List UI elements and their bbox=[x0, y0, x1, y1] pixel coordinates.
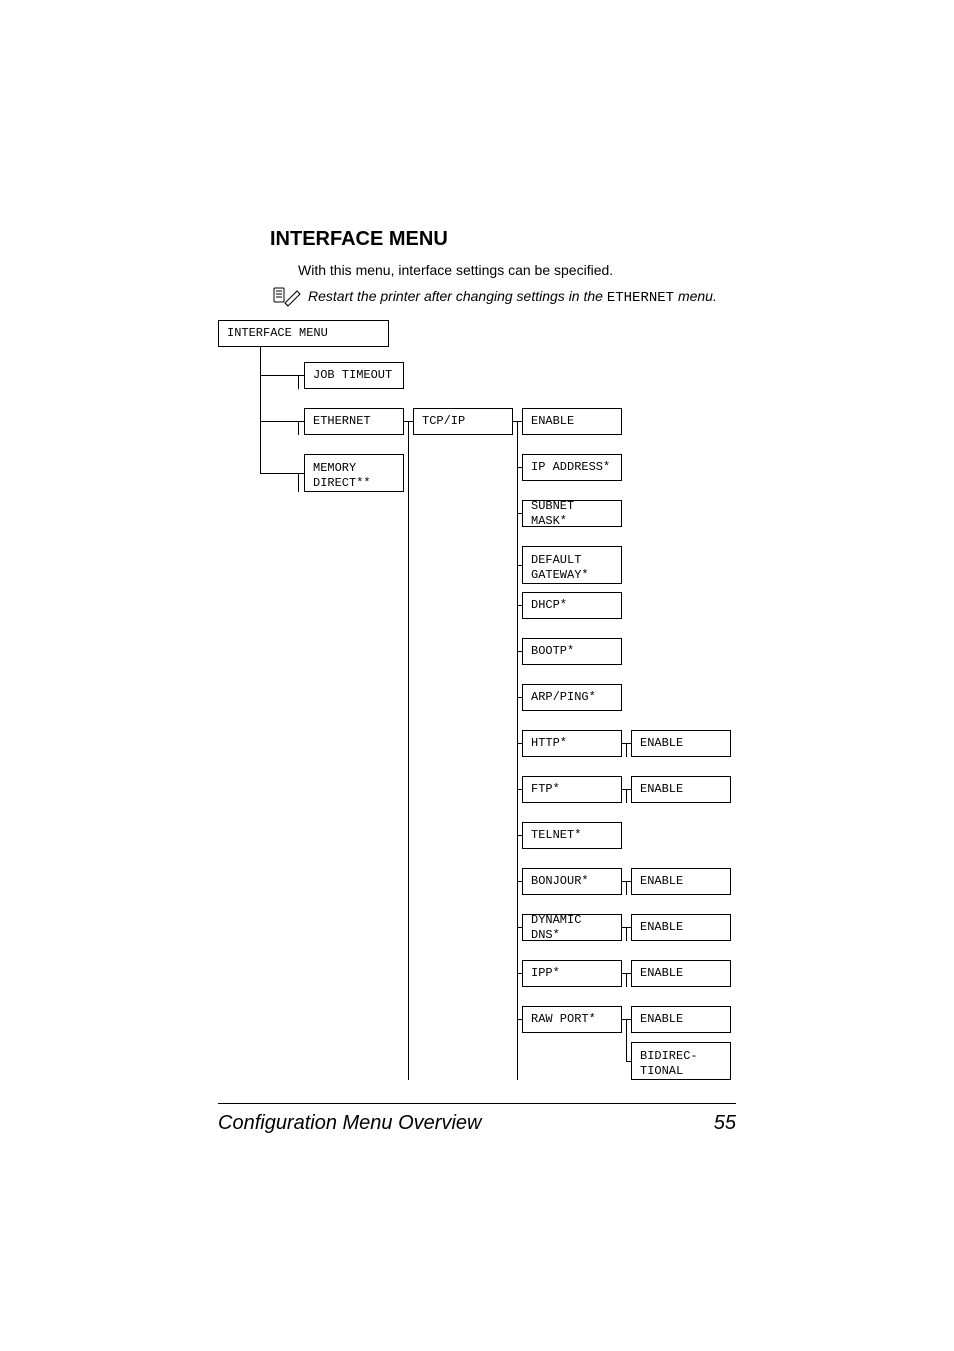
menu-dhcp: DHCP* bbox=[522, 592, 622, 619]
menu-subnet-mask: SUBNET MASK* bbox=[522, 500, 622, 527]
note-suffix: menu. bbox=[674, 288, 717, 304]
connector bbox=[298, 421, 299, 435]
menu-http: HTTP* bbox=[522, 730, 622, 757]
menu-enable-bonjour: ENABLE bbox=[631, 868, 731, 895]
note-text: Restart the printer after changing setti… bbox=[308, 288, 717, 306]
menu-memory-direct-l1: MEMORY bbox=[313, 461, 395, 476]
menu-enable-ddns: ENABLE bbox=[631, 914, 731, 941]
menu-interface-menu: INTERFACE MENU bbox=[218, 320, 389, 347]
connector bbox=[626, 881, 627, 895]
connector bbox=[626, 1061, 631, 1062]
menu-ftp: FTP* bbox=[522, 776, 622, 803]
footer-page-number: 55 bbox=[714, 1112, 736, 1135]
note-mono: ETHERNET bbox=[607, 290, 674, 306]
connector bbox=[626, 973, 627, 987]
connector bbox=[298, 375, 299, 389]
menu-bidirectional: BIDIREC- TIONAL bbox=[631, 1042, 731, 1080]
menu-enable-ipp: ENABLE bbox=[631, 960, 731, 987]
page: INTERFACE MENU With this menu, interface… bbox=[0, 0, 954, 1351]
connector bbox=[298, 421, 304, 422]
menu-enable-rawport: ENABLE bbox=[631, 1006, 731, 1033]
connector bbox=[626, 1019, 627, 1061]
footer-rule bbox=[218, 1103, 736, 1104]
menu-tcp-ip: TCP/IP bbox=[413, 408, 513, 435]
menu-job-timeout: JOB TIMEOUT bbox=[304, 362, 404, 389]
note-row: Restart the printer after changing setti… bbox=[272, 285, 717, 309]
menu-default-gateway-l2: GATEWAY* bbox=[531, 568, 613, 583]
connector bbox=[517, 927, 522, 928]
connector bbox=[517, 1019, 522, 1020]
connector bbox=[626, 743, 627, 757]
connector bbox=[517, 697, 522, 698]
menu-bootp: BOOTP* bbox=[522, 638, 622, 665]
menu-telnet: TELNET* bbox=[522, 822, 622, 849]
connector bbox=[408, 421, 409, 1080]
connector bbox=[517, 513, 522, 514]
menu-ethernet: ETHERNET bbox=[304, 408, 404, 435]
menu-default-gateway: DEFAULT GATEWAY* bbox=[522, 546, 622, 584]
menu-bidirectional-l1: BIDIREC- bbox=[640, 1049, 722, 1064]
note-prefix: Restart the printer after changing setti… bbox=[308, 288, 607, 304]
connector bbox=[517, 881, 522, 882]
connector bbox=[517, 973, 522, 974]
menu-ip-address: IP ADDRESS* bbox=[522, 454, 622, 481]
connector bbox=[517, 789, 522, 790]
menu-default-gateway-l1: DEFAULT bbox=[531, 553, 613, 568]
menu-bidirectional-l2: TIONAL bbox=[640, 1064, 722, 1079]
connector bbox=[517, 835, 522, 836]
note-icon bbox=[272, 285, 302, 309]
menu-arp-ping: ARP/PING* bbox=[522, 684, 622, 711]
intro-text: With this menu, interface settings can b… bbox=[298, 262, 613, 278]
connector bbox=[517, 421, 518, 1080]
menu-enable-ftp: ENABLE bbox=[631, 776, 731, 803]
connector bbox=[517, 743, 522, 744]
menu-memory-direct-l2: DIRECT** bbox=[313, 476, 395, 491]
connector bbox=[626, 927, 627, 941]
menu-dynamic-dns: DYNAMIC DNS* bbox=[522, 914, 622, 941]
menu-enable-http: ENABLE bbox=[631, 730, 731, 757]
connector bbox=[626, 789, 627, 803]
section-heading: INTERFACE MENU bbox=[270, 228, 448, 251]
connector bbox=[517, 605, 522, 606]
connector bbox=[260, 347, 261, 473]
connector bbox=[298, 375, 304, 376]
menu-ipp: IPP* bbox=[522, 960, 622, 987]
footer-title: Configuration Menu Overview bbox=[218, 1112, 481, 1135]
connector bbox=[517, 565, 522, 566]
menu-memory-direct: MEMORY DIRECT** bbox=[304, 454, 404, 492]
menu-raw-port: RAW PORT* bbox=[522, 1006, 622, 1033]
menu-bonjour: BONJOUR* bbox=[522, 868, 622, 895]
menu-enable-tcpip: ENABLE bbox=[522, 408, 622, 435]
connector bbox=[298, 473, 304, 474]
connector bbox=[298, 473, 299, 492]
connector bbox=[517, 651, 522, 652]
connector bbox=[517, 467, 522, 468]
